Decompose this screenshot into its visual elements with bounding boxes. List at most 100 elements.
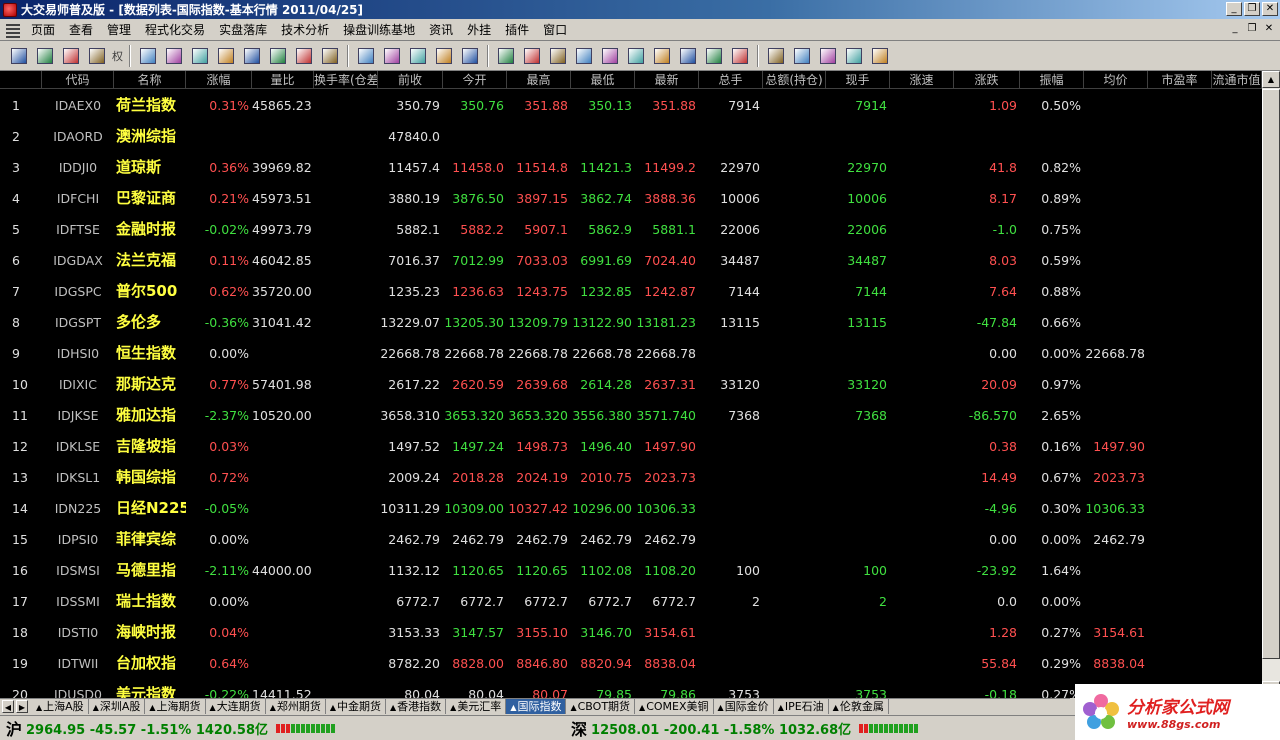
tab-5[interactable]: ▲中金期货 [326,699,386,714]
calendar-icon[interactable] [320,46,340,66]
menu-page[interactable]: 页面 [24,20,62,40]
window-icon[interactable] [382,46,402,66]
column-header-last[interactable]: 最新 [635,71,699,89]
grid-icon[interactable] [138,46,158,66]
hline-icon[interactable] [548,46,568,66]
tab-13[interactable]: ▲伦敦金属 [829,699,889,714]
tab-1[interactable]: ▲深圳A股 [89,699,146,714]
column-header-speed[interactable]: 涨速 [890,71,954,89]
table-row[interactable]: 18 IDSTI0 海峡时报 0.04% 3153.33 3147.57 3155.10 31… [0,617,1262,648]
arrow-down-icon[interactable] [9,46,29,66]
close-button[interactable]: ✕ [1262,2,1278,16]
table-row[interactable]: 14 IDN225 日经N225 -0.05% 10311.29 10309.00 1032… [0,493,1262,524]
table-row[interactable]: 15 IDPSI0 菲律宾综 0.00% 2462.79 2462.79 2462.79 24… [0,524,1262,555]
menu-view[interactable]: 查看 [62,20,100,40]
window-icon[interactable] [356,46,376,66]
eraser-icon[interactable] [792,46,812,66]
grid-icon[interactable] [6,21,20,38]
table-icon[interactable] [61,46,81,66]
column-header-avg[interactable]: 均价 [1084,71,1148,89]
table-row[interactable]: 12 IDKLSE 吉隆坡指 0.03% 1497.52 1497.24 1498.73 14… [0,431,1262,462]
restore-button[interactable]: ❐ [1244,2,1260,16]
menu-technical-analysis[interactable]: 技术分析 [274,20,336,40]
vbars-icon[interactable] [574,46,594,66]
table-row[interactable]: 3 IDDJI0 道琼斯 0.36% 39969.82 11457.4 11458.0 115… [0,152,1262,183]
column-header-total[interactable]: 总手 [699,71,763,89]
tab-11[interactable]: ▲国际金价 [714,699,774,714]
text-icon[interactable] [730,46,750,66]
column-header-idx[interactable] [0,71,42,89]
tab-9[interactable]: ▲CBOT期货 [566,699,636,714]
rect-icon[interactable] [678,46,698,66]
column-header-code[interactable]: 代码 [42,71,114,89]
mdi-close-button[interactable]: ✕ [1262,23,1276,36]
mdi-restore-button[interactable]: ❐ [1245,23,1259,36]
table-row[interactable]: 5 IDFTSE 金融时报 -0.02% 49973.79 5882.1 5882.2 590… [0,214,1262,245]
table-row[interactable]: 6 IDGDAX 法兰克福 0.11% 46042.85 7016.37 7012.99 70… [0,245,1262,276]
tab-4[interactable]: ▲郑州期货 [266,699,326,714]
tab-12[interactable]: ▲IPE石油 [774,699,829,714]
table-row[interactable]: 17 IDSSMI 瑞士指数 0.00% 6772.7 6772.7 6772.7 6772.… [0,586,1262,617]
window-icon[interactable] [460,46,480,66]
tab-10[interactable]: ▲COMEX美铜 [635,699,714,714]
column-header-chg_pct[interactable]: 涨幅 [186,71,252,89]
column-header-open[interactable]: 今开 [443,71,507,89]
minimize-button[interactable]: _ [1226,2,1242,16]
tab-2[interactable]: ▲上海期货 [145,699,206,714]
column-header-turnover[interactable]: 换手率(仓差 [314,71,378,89]
menu-programmatic-trading[interactable]: 程式化交易 [138,20,212,40]
window-icon[interactable] [434,46,454,66]
column-header-prev[interactable]: 前收 [378,71,443,89]
table-row[interactable]: 16 IDSMSI 马德里指 -2.11% 44000.00 1132.12 1120.65… [0,555,1262,586]
list-icon[interactable] [190,46,210,66]
column-header-name[interactable]: 名称 [114,71,186,89]
tab-7[interactable]: ▲美元汇率 [446,699,507,714]
column-header-pe[interactable]: 市盈率 [1148,71,1212,89]
pen-icon[interactable] [522,46,542,66]
tab-0[interactable]: ▲上海A股 [32,699,89,714]
dots-icon[interactable] [844,46,864,66]
table-row[interactable]: 1 IDAEX0 荷兰指数 0.31% 45865.23 350.79 350.76 351.… [0,90,1262,121]
draw-icon[interactable] [496,46,516,66]
sort-icon[interactable] [87,46,107,66]
mdi-minimize-button[interactable]: _ [1228,23,1242,36]
menu-training-base[interactable]: 操盘训练基地 [336,20,422,40]
scroll-up-button[interactable]: ▲ [1262,71,1280,88]
column-header-high[interactable]: 最高 [507,71,571,89]
split-icon[interactable] [766,46,786,66]
menu-window[interactable]: 窗口 [536,20,574,40]
tab-prev-button[interactable]: ◀ [2,700,14,713]
table-row[interactable]: 11 IDJKSE 雅加达指 -2.37% 10520.00 3658.310 3653.3… [0,400,1262,431]
column-header-now_hand[interactable]: 现手 [826,71,890,89]
table-row[interactable]: 7 IDGSPC 普尔500 0.62% 35720.00 1235.23 1236.63 1… [0,276,1262,307]
window-icon[interactable] [408,46,428,66]
menu-plugins-ext[interactable]: 外挂 [460,20,498,40]
crosshair-icon[interactable] [35,46,55,66]
menu-addons[interactable]: 插件 [498,20,536,40]
table-row[interactable]: 19 IDTWII 台加权指 0.64% 8782.20 8828.00 8846.80 88… [0,648,1262,679]
column-header-chg[interactable]: 涨跌 [954,71,1020,89]
table-row[interactable]: 9 IDHSI0 恒生指数 0.00% 22668.78 22668.78 22668.78… [0,338,1262,369]
grid-x-icon[interactable] [164,46,184,66]
circle-icon[interactable] [704,46,724,66]
menu-manage[interactable]: 管理 [100,20,138,40]
tab-3[interactable]: ▲大连期货 [206,699,266,714]
layers-icon[interactable] [242,46,262,66]
copy-icon[interactable] [216,46,236,66]
table-row[interactable]: 2 IDAORD 澳洲综指 47840.0 [0,121,1262,152]
column-header-float[interactable]: 流通市值 [1212,71,1262,89]
fan-icon[interactable] [652,46,672,66]
angle-icon[interactable] [600,46,620,66]
scroll-thumb[interactable] [1262,89,1280,659]
menu-news[interactable]: 资讯 [422,20,460,40]
column-header-amount[interactable]: 总额(持仓) [763,71,826,89]
table-row[interactable]: 10 IDIXIC 那斯达克 0.77% 57401.98 2617.22 2620.59 2… [0,369,1262,400]
column-header-low[interactable]: 最低 [571,71,635,89]
warning-icon[interactable] [294,46,314,66]
vertical-scrollbar[interactable]: ▲ ▼ [1262,71,1280,698]
coins-icon[interactable] [268,46,288,66]
table-row[interactable]: 4 IDFCHI 巴黎证商 0.21% 45973.51 3880.19 3876.50 38… [0,183,1262,214]
column-header-vol_ratio[interactable]: 量比 [252,71,314,89]
save-icon[interactable] [870,46,890,66]
tab-6[interactable]: ▲香港指数 [386,699,447,714]
